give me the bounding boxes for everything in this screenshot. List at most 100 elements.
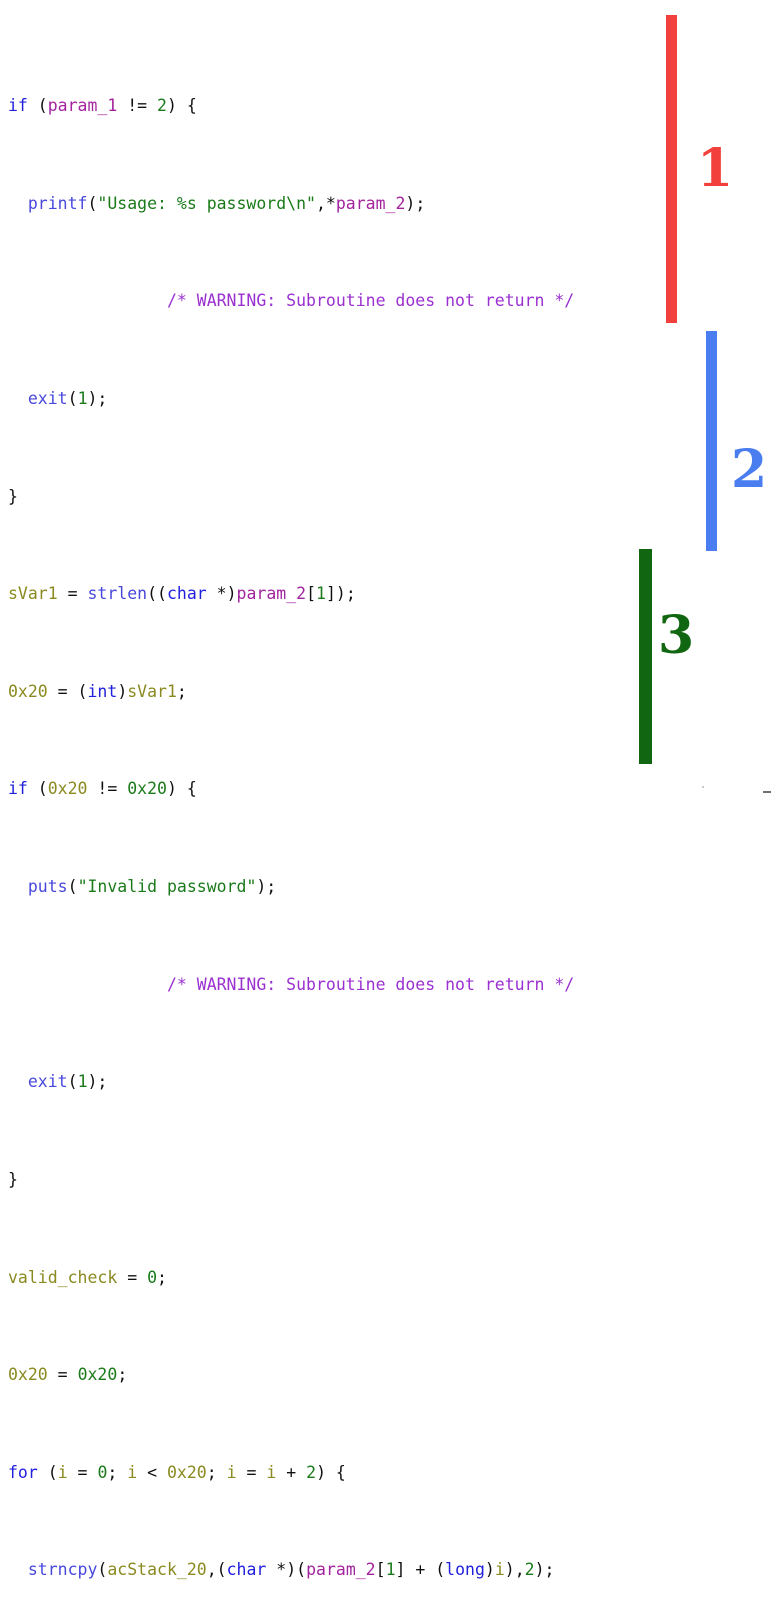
code-line: } — [8, 485, 668, 509]
token-function[interactable]: strncpy — [28, 1560, 98, 1579]
token-variable: 0x20 — [8, 1365, 48, 1385]
annotation-label-3: 3 — [658, 605, 695, 666]
code-line: strncpy(acStack_20,(char *)(param_2[1] +… — [8, 1558, 668, 1582]
annotation-label-1: 1 — [697, 138, 734, 199]
annotation-label-2: 2 — [731, 439, 768, 500]
annotation-bar-1 — [666, 15, 677, 323]
token-plain: ); — [405, 193, 426, 213]
code-line-comment: /* WARNING: Subroutine does not return *… — [8, 973, 668, 997]
code-line: for (i = 0; i < 0x20; i = i + 2) { — [8, 1461, 668, 1485]
token-variable: i — [266, 1462, 277, 1482]
token-plain: *) — [206, 584, 237, 604]
annotation-bar-3 — [639, 549, 652, 764]
token-keyword: for — [8, 1462, 38, 1482]
code-line: sVar1 = strlen((char *)param_2[1]); — [8, 582, 668, 606]
code-line: valid_check = 0; — [8, 1266, 668, 1290]
token-number: 1 — [77, 389, 88, 409]
token-number: 1 — [316, 584, 326, 604]
token-plain: ; — [206, 1462, 227, 1482]
token-plain: (( — [147, 584, 167, 604]
token-keyword: if — [8, 96, 28, 116]
code-line: if (param_1 != 2) { — [8, 94, 668, 118]
token-plain: ), — [504, 1560, 525, 1580]
token-plain: ( — [27, 779, 48, 799]
token-plain: = — [236, 1462, 267, 1482]
token-plain: ) { — [316, 1462, 346, 1482]
token-plain: ; — [176, 681, 187, 701]
token-string: "Usage: %s password\n" — [97, 193, 316, 213]
code-line: exit(1); — [8, 1070, 668, 1094]
token-plain: ); — [87, 1072, 108, 1092]
token-parameter: param_2 — [306, 1560, 376, 1580]
token-plain: ( — [67, 389, 78, 409]
code-line: 0x20 = 0x20; — [8, 1363, 668, 1387]
token-plain: *)( — [266, 1560, 307, 1580]
annotation-bar-2 — [706, 331, 717, 551]
token-variable: i — [226, 1462, 237, 1482]
code-line: } — [8, 1168, 668, 1192]
token-keyword: char — [226, 1560, 267, 1580]
token-plain: ( — [97, 1560, 108, 1580]
token-plain: ( — [87, 193, 98, 213]
token-variable: sVar1 — [8, 584, 58, 604]
token-plain: ; — [157, 1267, 167, 1287]
code-line: printf("Usage: %s password\n",*param_2); — [8, 192, 668, 216]
token-parameter: param_1 — [47, 96, 118, 116]
token-plain: = — [57, 584, 88, 604]
token-parameter: param_2 — [236, 584, 307, 604]
token-plain: ) — [484, 1560, 495, 1580]
token-function[interactable]: printf — [28, 194, 88, 213]
token-plain: ( — [37, 1462, 58, 1482]
token-plain: ); — [534, 1560, 555, 1580]
decompiler-code-view[interactable]: if (param_1 != 2) { printf("Usage: %s pa… — [8, 21, 668, 1602]
token-plain: ] + ( — [395, 1560, 446, 1580]
token-plain: ( — [67, 877, 78, 897]
token-number: 2 — [306, 1462, 317, 1482]
code-line-comment: /* WARNING: Subroutine does not return *… — [8, 289, 668, 313]
token-plain: = — [47, 1365, 78, 1385]
token-plain: ; — [117, 1365, 128, 1385]
token-number: 2 — [524, 1560, 535, 1580]
corner-tick-mark — [763, 791, 771, 793]
token-plain: ); — [87, 389, 108, 409]
token-comment: /* WARNING: Subroutine does not return *… — [166, 974, 575, 994]
token-string: "Invalid password" — [77, 877, 257, 897]
token-plain: } — [8, 486, 18, 506]
token-function[interactable]: strlen — [87, 584, 147, 603]
token-plain: < — [137, 1462, 167, 1482]
token-variable: 0x20 — [47, 779, 88, 799]
token-plain: [ — [306, 584, 317, 604]
token-keyword: char — [166, 584, 207, 604]
token-plain: ) { — [167, 779, 197, 799]
token-variable: acStack_20 — [107, 1560, 207, 1580]
token-function[interactable]: exit — [28, 1072, 68, 1091]
token-plain: ( — [67, 1072, 78, 1092]
code-line: if (0x20 != 0x20) { — [8, 777, 668, 801]
token-function[interactable]: exit — [28, 389, 68, 408]
token-plain: ); — [256, 877, 277, 897]
token-plain: ) — [117, 681, 128, 701]
token-plain: ]); — [325, 584, 356, 604]
token-parameter: param_2 — [335, 193, 406, 213]
token-plain: + — [276, 1462, 307, 1482]
token-plain: [ — [375, 1560, 386, 1580]
token-number: 2 — [157, 96, 167, 116]
code-line: exit(1); — [8, 387, 668, 411]
token-variable: valid_check — [8, 1267, 118, 1287]
token-number: 1 — [77, 1072, 88, 1092]
token-function[interactable]: puts — [28, 877, 68, 896]
token-variable: sVar1 — [127, 681, 177, 701]
token-number: 0x20 — [77, 1365, 118, 1385]
token-number: 1 — [385, 1560, 396, 1580]
token-plain: = — [117, 1267, 148, 1287]
token-plain: ; — [107, 1462, 128, 1482]
token-variable: i — [494, 1560, 505, 1580]
corner-speck — [702, 786, 704, 788]
token-variable: i — [127, 1462, 138, 1482]
token-plain: ) { — [166, 96, 197, 116]
